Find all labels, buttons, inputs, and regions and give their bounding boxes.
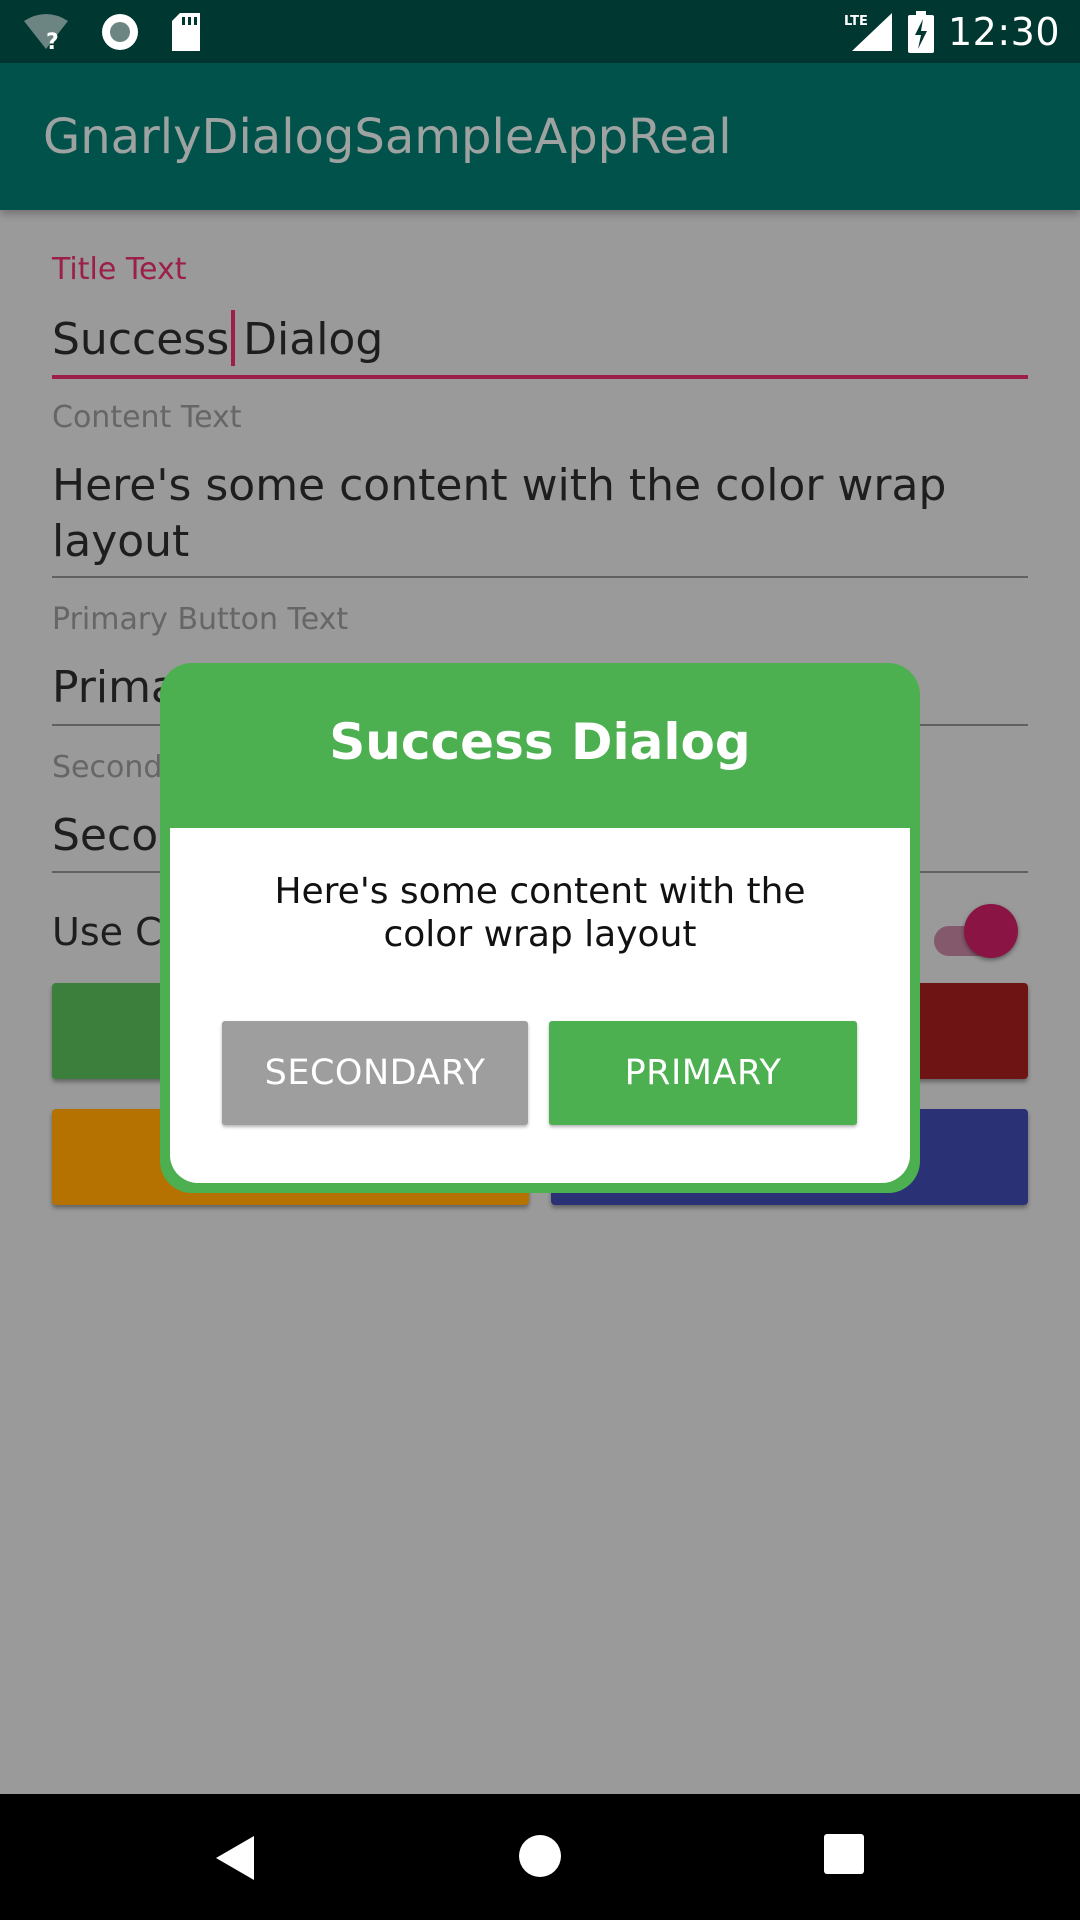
network-label: LTE xyxy=(844,14,868,29)
battery-charging-icon xyxy=(907,11,934,53)
sd-card-icon xyxy=(172,13,200,51)
primary-button-text-label: Primary Button Text xyxy=(52,602,349,637)
content-text-field[interactable]: Here's some content with the color wrap … xyxy=(52,458,1028,570)
wifi-unknown-icon: ? xyxy=(24,14,68,51)
dialog-content: Here's some content with the color wrap … xyxy=(274,871,806,955)
app-title: GnarlyDialogSampleAppReal xyxy=(43,109,732,165)
title-text-label: Title Text xyxy=(52,252,187,287)
title-text-before-cursor: Success xyxy=(52,314,230,365)
status-bar: ? LTE 12:30 xyxy=(0,0,1080,63)
text-cursor xyxy=(231,310,236,366)
navigation-bar xyxy=(0,1794,1080,1920)
dialog-primary-button[interactable]: PRIMARY xyxy=(549,1021,857,1125)
title-text-after-cursor: Dialog xyxy=(243,314,384,365)
cell-signal-icon: LTE xyxy=(844,13,892,51)
switch-thumb xyxy=(964,904,1018,958)
content-text-line-2: layout xyxy=(52,516,190,567)
sync-icon xyxy=(102,14,138,50)
title-text-underline xyxy=(52,375,1028,379)
secondary-button-text-label: Second xyxy=(52,750,163,785)
content-text-underline xyxy=(52,576,1028,578)
dialog-body: Here's some content with the color wrap … xyxy=(170,828,910,1183)
back-icon[interactable] xyxy=(214,1834,256,1882)
recents-icon[interactable] xyxy=(824,1834,864,1874)
content-text-line-1: Here's some content with the color wrap xyxy=(52,460,947,511)
success-dialog: Success Dialog Here's some content with … xyxy=(160,663,920,1193)
svg-text:?: ? xyxy=(46,30,59,51)
status-time: 12:30 xyxy=(947,10,1060,54)
status-left-icons: ? xyxy=(22,10,202,54)
content-text-label: Content Text xyxy=(52,400,242,435)
dialog-title: Success Dialog xyxy=(329,713,751,771)
secondary-button-text-field[interactable]: Seco xyxy=(52,808,158,864)
status-right-icons: LTE 12:30 xyxy=(844,6,1060,58)
title-text-field[interactable]: Success Dialog xyxy=(52,310,383,368)
home-icon[interactable] xyxy=(518,1834,562,1878)
app-bar: GnarlyDialogSampleAppReal xyxy=(0,63,1080,210)
dialog-secondary-button[interactable]: SECONDARY xyxy=(222,1021,528,1125)
